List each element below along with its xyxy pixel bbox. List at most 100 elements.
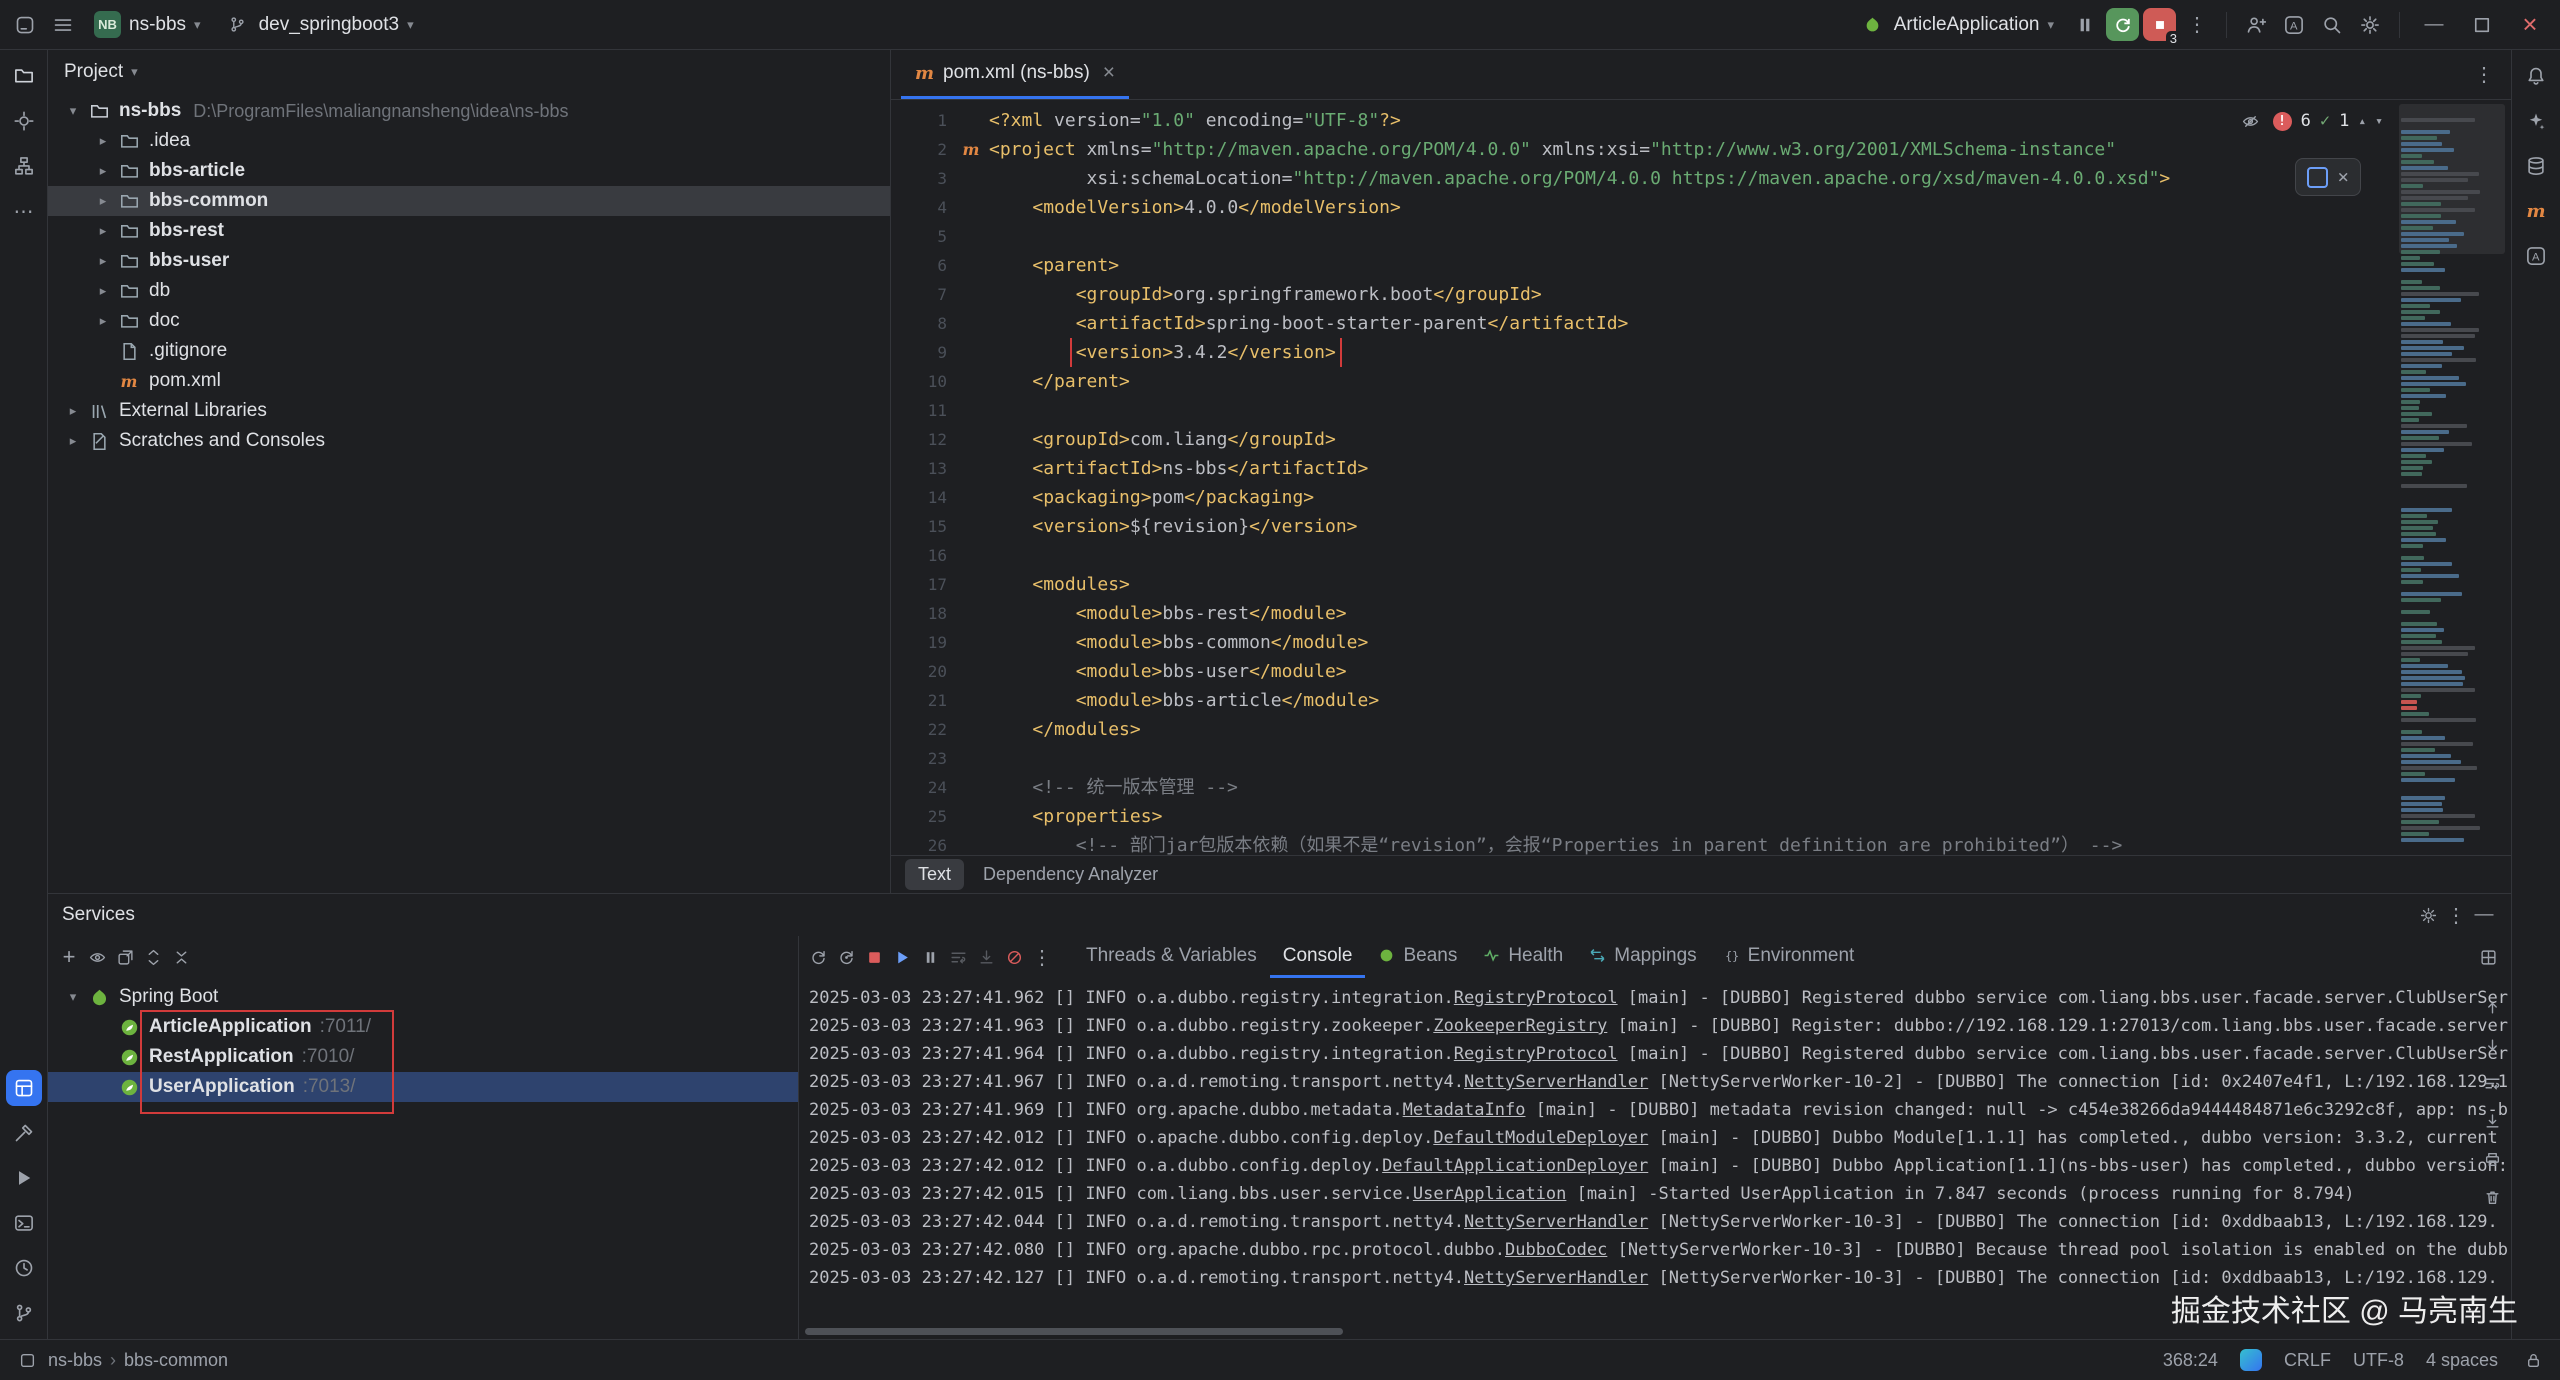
project-tree-item[interactable]: ▸Scratches and Consoles <box>48 426 890 456</box>
project-tree-item[interactable]: mpom.xml <box>48 366 890 396</box>
project-tree-item[interactable]: ▸bbs-article <box>48 156 890 186</box>
translation-plugin-icon[interactable]: A <box>2518 238 2554 274</box>
run-config-widget[interactable]: ArticleApplication ▾ <box>1850 7 2064 43</box>
editor-options-icon[interactable]: ⋮ <box>2467 58 2501 92</box>
project-tree-item[interactable]: ▸doc <box>48 306 890 336</box>
view-options-eye-icon[interactable] <box>84 944 110 970</box>
chevron-right-icon[interactable]: ▸ <box>90 253 116 269</box>
chevron-right-icon[interactable]: ▸ <box>90 163 116 179</box>
close-tab-icon[interactable]: × <box>1103 61 1115 85</box>
line-separator[interactable]: CRLF <box>2284 1350 2331 1371</box>
more-icon[interactable]: ⋮ <box>2443 902 2469 928</box>
tool-window-settings-icon[interactable] <box>2415 902 2441 928</box>
tab-health[interactable]: Health <box>1470 936 1576 978</box>
chevron-right-icon[interactable]: ▸ <box>90 193 116 209</box>
console-link[interactable]: NettyServerHandler <box>1464 1268 1648 1288</box>
service-item[interactable]: ArticleApplication:7011/ <box>48 1012 798 1042</box>
project-tool-icon[interactable] <box>6 58 42 94</box>
ai-assistant-icon[interactable] <box>2518 103 2554 139</box>
chevron-right-icon[interactable]: ▸ <box>60 403 86 419</box>
rerun-button[interactable] <box>2106 8 2139 41</box>
tab-dependency-analyzer[interactable]: Dependency Analyzer <box>970 859 1171 890</box>
console-link[interactable]: DefaultApplicationDeployer <box>1382 1156 1648 1176</box>
close-icon[interactable]: × <box>2338 166 2349 188</box>
breadcrumb-module[interactable]: ns-bbs <box>48 1350 102 1371</box>
editor-minimap[interactable] <box>2399 104 2505 851</box>
console-link[interactable]: NettyServerHandler <box>1464 1072 1648 1092</box>
prev-problem-icon[interactable]: ▴ <box>2358 114 2366 129</box>
service-item[interactable]: ▾Spring Boot <box>48 982 798 1012</box>
project-tree-item[interactable]: ▸.idea <box>48 126 890 156</box>
tab-console[interactable]: Console <box>1270 936 1366 978</box>
console-link[interactable]: DubboCodec <box>1505 1240 1607 1260</box>
structure-tool-icon[interactable] <box>6 148 42 184</box>
scroll-down-icon[interactable] <box>2479 1032 2505 1058</box>
pause-output-icon[interactable] <box>917 944 943 970</box>
next-problem-icon[interactable]: ▾ <box>2375 114 2383 129</box>
highlight-level-eye-icon[interactable] <box>2238 108 2264 134</box>
project-tree-item[interactable]: ▸db <box>48 276 890 306</box>
tab-threads-variables[interactable]: Threads & Variables <box>1073 936 1270 978</box>
file-encoding[interactable]: UTF-8 <box>2353 1350 2404 1371</box>
chevron-down-icon[interactable]: ▾ <box>60 103 86 119</box>
breadcrumb-submodule[interactable]: bbs-common <box>124 1350 228 1371</box>
chevron-down-icon[interactable]: ▾ <box>60 989 86 1005</box>
console-more-icon[interactable]: ⋮ <box>1029 944 1055 970</box>
soft-wrap-icon[interactable] <box>2479 1070 2505 1096</box>
cursor-position[interactable]: 368:24 <box>2163 1350 2218 1371</box>
lock-icon[interactable] <box>2520 1347 2546 1373</box>
profiler-tool-icon[interactable] <box>6 1250 42 1286</box>
project-tree-item[interactable]: ▸bbs-rest <box>48 216 890 246</box>
editor-floating-toolbar[interactable]: × <box>2295 158 2361 196</box>
hide-panel-icon[interactable]: — <box>2471 902 2497 928</box>
inspections-widget[interactable]: ! 6 ✓ 1 ▴ ▾ <box>2238 108 2383 134</box>
collapse-all-icon[interactable] <box>168 944 194 970</box>
resume-icon[interactable] <box>889 944 915 970</box>
project-widget[interactable]: NB ns-bbs ▾ <box>84 6 211 43</box>
tab-mappings[interactable]: Mappings <box>1576 936 1709 978</box>
translate-icon[interactable]: A <box>2277 8 2311 42</box>
console-output[interactable]: 2025-03-03 23:27:41.962 [] INFO o.a.dubb… <box>799 978 2511 1339</box>
tab-environment[interactable]: {}Environment <box>1710 936 1868 978</box>
commit-tool-icon[interactable] <box>6 103 42 139</box>
maven-icon[interactable]: m <box>2518 193 2554 229</box>
code-with-me-icon[interactable] <box>2239 8 2273 42</box>
database-icon[interactable] <box>2518 148 2554 184</box>
notifications-bell-icon[interactable] <box>2518 58 2554 94</box>
chevron-right-icon[interactable]: ▸ <box>90 133 116 149</box>
maximize-button[interactable] <box>2460 8 2504 42</box>
tab-text[interactable]: Text <box>905 859 964 890</box>
update-application-icon[interactable] <box>833 944 859 970</box>
scroll-to-end-icon[interactable] <box>973 944 999 970</box>
pause-button[interactable] <box>2068 8 2102 42</box>
settings-gear-icon[interactable] <box>2353 8 2387 42</box>
git-tool-icon[interactable] <box>6 1295 42 1331</box>
service-item[interactable]: RestApplication:7010/ <box>48 1042 798 1072</box>
project-tree-item[interactable]: ▸External Libraries <box>48 396 890 426</box>
project-panel-header[interactable]: Project ▾ <box>48 50 890 94</box>
rerun-icon[interactable] <box>805 944 831 970</box>
chevron-right-icon[interactable]: ▸ <box>90 223 116 239</box>
tab-beans[interactable]: Beans <box>1365 936 1470 978</box>
project-tree-item[interactable]: ▾ns-bbsD:\ProgramFiles\maliangnansheng\i… <box>48 96 890 126</box>
indent-style[interactable]: 4 spaces <box>2426 1350 2498 1371</box>
console-link[interactable]: MetadataInfo <box>1403 1100 1526 1120</box>
main-menu-icon[interactable] <box>46 8 80 42</box>
terminal-tool-icon[interactable] <box>6 1205 42 1241</box>
close-button[interactable]: × <box>2508 8 2552 42</box>
console-link[interactable]: NettyServerHandler <box>1464 1212 1648 1232</box>
plugin-indicator-icon[interactable] <box>2240 1349 2262 1371</box>
add-service-icon[interactable]: + <box>56 944 82 970</box>
editor-tab-pom[interactable]: m pom.xml (ns-bbs) × <box>901 50 1129 99</box>
soft-wrap-icon[interactable] <box>945 944 971 970</box>
clear-console-trash-icon[interactable] <box>2479 1184 2505 1210</box>
chevron-right-icon[interactable]: ▸ <box>90 283 116 299</box>
scroll-to-end-icon[interactable] <box>2479 1108 2505 1134</box>
search-icon[interactable] <box>2315 8 2349 42</box>
stop-button[interactable]: 3 <box>2143 8 2176 41</box>
stop-icon[interactable] <box>861 944 887 970</box>
open-in-new-icon[interactable] <box>112 944 138 970</box>
chevron-right-icon[interactable]: ▸ <box>90 313 116 329</box>
project-tree-item[interactable]: ▸bbs-user <box>48 246 890 276</box>
console-link[interactable]: UserApplication <box>1413 1184 1567 1204</box>
